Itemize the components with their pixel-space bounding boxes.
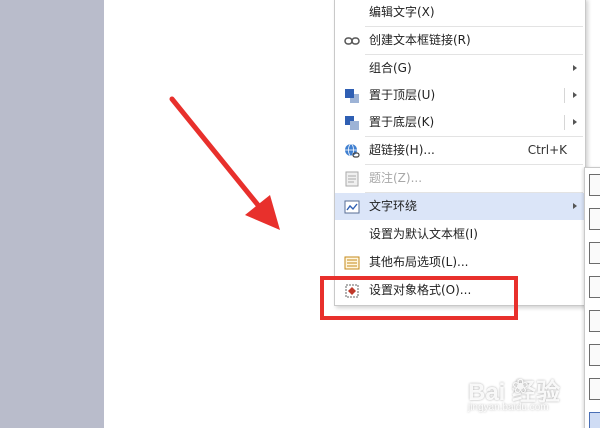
split-divider	[564, 115, 565, 130]
menu-item-label: 超链接(H)...	[369, 143, 435, 157]
send-to-back-icon	[345, 116, 359, 130]
menu-item-caption: 题注(Z)...	[335, 165, 585, 192]
wrap-option-thumbnail[interactable]	[589, 242, 600, 264]
menu-item-hyperlink[interactable]: 超链接(H)... Ctrl+K	[335, 137, 585, 164]
hyperlink-globe-icon	[345, 143, 360, 158]
menu-item-label: 文字环绕	[369, 199, 418, 213]
menu-item-label: 组合(G)	[369, 61, 412, 75]
chevron-right-icon	[573, 65, 577, 71]
menu-item-more-layout-options[interactable]: 其他布局选项(L)...	[335, 249, 585, 276]
paw-icon: ❀	[512, 374, 529, 398]
menu-item-text-wrap[interactable]: 文字环绕	[335, 193, 585, 220]
caption-icon	[345, 171, 359, 187]
annotation-highlight-box	[320, 276, 518, 320]
chevron-right-icon	[573, 203, 577, 209]
menu-item-label: 编辑文字(X)	[369, 5, 435, 19]
menu-item-label: 其他布局选项(L)...	[369, 255, 469, 269]
menu-item-group[interactable]: 组合(G)	[335, 55, 585, 82]
wrap-option-thumbnail[interactable]	[589, 412, 600, 428]
wrap-option-thumbnail[interactable]	[589, 208, 600, 230]
menu-item-label: 创建文本框链接(R)	[369, 33, 471, 47]
chevron-right-icon[interactable]	[573, 119, 577, 125]
split-divider	[564, 88, 565, 103]
context-menu: 编辑文字(X) 创建文本框链接(R) 组合(G) 置于顶层(U) 置于底层(K)	[334, 0, 586, 306]
chevron-right-icon[interactable]	[573, 92, 577, 98]
wrap-option-thumbnail[interactable]	[589, 276, 600, 298]
watermark: Bai 经验 ❀ jingyan.baidu.com	[468, 372, 588, 428]
menu-item-send-to-back[interactable]: 置于底层(K)	[335, 109, 585, 136]
menu-item-label: 题注(Z)...	[369, 171, 423, 185]
layout-options-icon	[344, 256, 360, 270]
menu-item-label: 置于顶层(U)	[369, 88, 436, 102]
menu-item-bring-to-front[interactable]: 置于顶层(U)	[335, 82, 585, 109]
shortcut-text: Ctrl+K	[527, 143, 567, 157]
watermark-url: jingyan.baidu.com	[468, 402, 549, 413]
menu-item-edit-text[interactable]: 编辑文字(X)	[335, 0, 585, 26]
menu-item-label: 置于底层(K)	[369, 115, 435, 129]
wrap-option-thumbnail[interactable]	[589, 378, 600, 400]
wrap-option-thumbnail[interactable]	[589, 310, 600, 332]
bring-to-front-icon	[345, 89, 359, 103]
link-chain-icon	[344, 37, 360, 45]
menu-item-set-default-textbox[interactable]: 设置为默认文本框(I)	[335, 221, 585, 248]
wrap-option-thumbnail[interactable]	[589, 344, 600, 366]
menu-item-label: 设置为默认文本框(I)	[369, 227, 478, 241]
wrap-option-thumbnail[interactable]	[589, 174, 600, 196]
menu-item-create-textbox-link[interactable]: 创建文本框链接(R)	[335, 27, 585, 54]
text-wrap-icon	[344, 200, 360, 214]
